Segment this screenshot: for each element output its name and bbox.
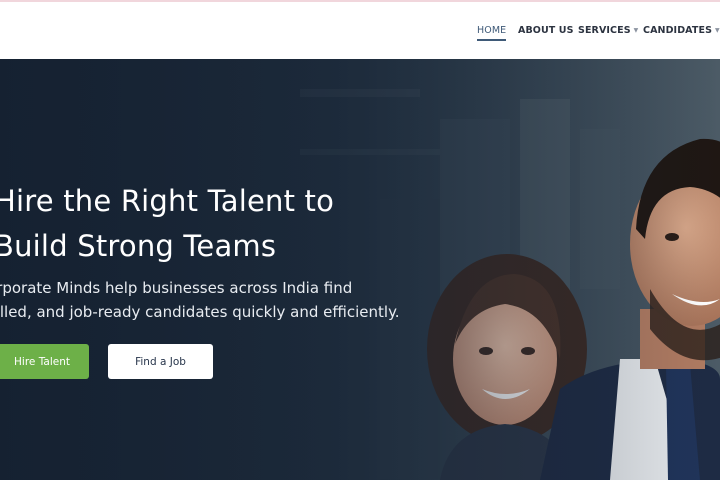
navbar: HOME ABOUT US SERVICES ▼ CANDIDATES ▼ xyxy=(0,2,720,59)
nav-item-services[interactable]: SERVICES ▼ xyxy=(578,25,638,36)
hero-subtitle-line-1: orporate Minds help businesses across In… xyxy=(0,279,353,297)
hero-title: Hire the Right Talent to Build Strong Te… xyxy=(0,179,414,269)
find-a-job-button-label: Find a Job xyxy=(135,355,186,368)
nav-item-label: ABOUT US xyxy=(518,25,574,36)
hire-talent-button-label: Hire Talent xyxy=(14,355,70,368)
nav-item-label: CANDIDATES xyxy=(643,25,713,36)
nav-item-label: SERVICES xyxy=(578,25,631,36)
chevron-down-icon: ▼ xyxy=(633,27,639,34)
hero-background-image xyxy=(0,59,720,480)
hero-subtitle: orporate Minds help businesses across In… xyxy=(0,276,457,324)
nav-item-about-us[interactable]: ABOUT US xyxy=(518,25,574,36)
nav-active-underline xyxy=(477,39,507,41)
chevron-down-icon: ▼ xyxy=(715,27,720,34)
nav-item-candidates[interactable]: CANDIDATES ▼ xyxy=(643,25,720,36)
find-a-job-button[interactable]: Find a Job xyxy=(108,344,213,379)
nav-item-home[interactable]: HOME xyxy=(477,25,507,41)
hero-title-line-2: Build Strong Teams xyxy=(0,229,277,263)
hero-section: Hire the Right Talent to Build Strong Te… xyxy=(0,59,720,480)
hire-talent-button[interactable]: Hire Talent xyxy=(0,344,89,379)
hero-title-line-1: Hire the Right Talent to xyxy=(0,184,335,218)
nav-item-label: HOME xyxy=(477,25,507,36)
hero-subtitle-line-2: killed, and job-ready candidates quickly… xyxy=(0,303,400,321)
